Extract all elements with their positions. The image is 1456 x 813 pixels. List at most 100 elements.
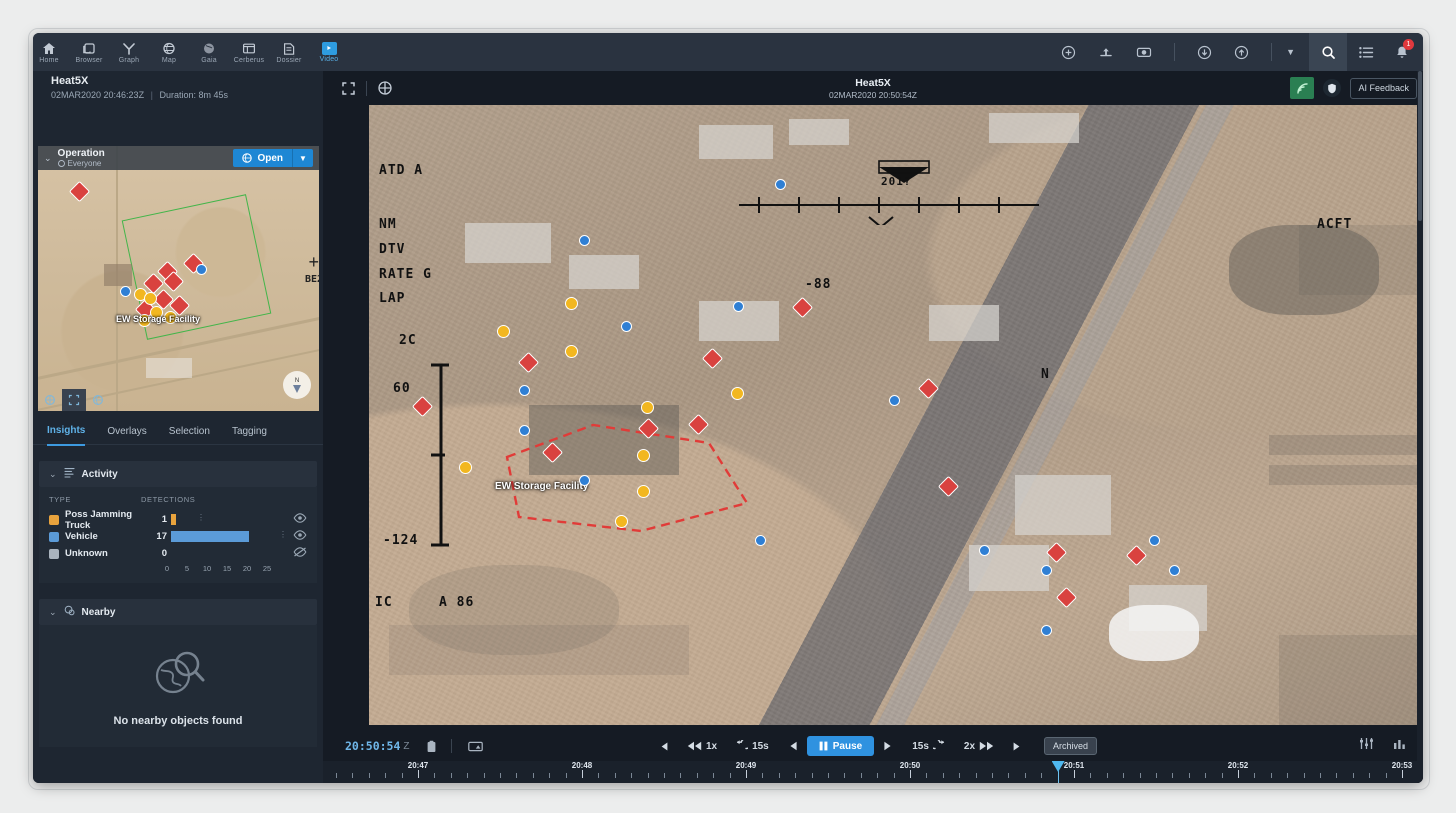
video-building: [789, 119, 849, 145]
filmstrip-icon[interactable]: [468, 741, 483, 752]
axis-tick: 25: [257, 564, 277, 573]
nav-item-browser[interactable]: Browser: [69, 33, 109, 71]
timeline-minor-tick: [615, 773, 616, 778]
step-back-button[interactable]: [778, 736, 807, 756]
video-building: [465, 223, 551, 263]
pause-button[interactable]: Pause: [807, 736, 874, 756]
expand-icon[interactable]: [335, 75, 361, 101]
activity-row[interactable]: Unknown 0: [49, 545, 307, 562]
bar-chart-icon[interactable]: [1392, 737, 1407, 755]
nav-item-map[interactable]: Map: [149, 33, 189, 71]
activity-row[interactable]: Vehicle 17 ⋮: [49, 528, 307, 545]
video-marker-blue: [579, 235, 590, 246]
signal-icon[interactable]: [1290, 77, 1314, 99]
timeline-minor-tick: [959, 773, 960, 778]
tab-tagging[interactable]: Tagging: [232, 419, 267, 445]
forward-speed-button[interactable]: 2x: [955, 736, 1003, 756]
nav-item-video[interactable]: Video: [309, 33, 349, 71]
archived-button[interactable]: Archived: [1044, 737, 1097, 755]
chevron-down-icon[interactable]: ⌄: [49, 607, 57, 618]
sliders-icon[interactable]: [1359, 737, 1374, 755]
download-icon[interactable]: [1197, 45, 1212, 60]
open-button[interactable]: Open: [233, 149, 292, 167]
video-title: Heat5X: [323, 77, 1423, 89]
forward-speed-label: 2x: [964, 741, 975, 752]
scrollbar-thumb[interactable]: [1418, 71, 1422, 221]
page-scrollbar[interactable]: [1417, 71, 1423, 783]
tab-insights[interactable]: Insights: [47, 418, 85, 446]
timeline-minor-tick: [926, 773, 927, 778]
minimap-operation-bar: ⌄ Operation Everyone Open ▼: [38, 146, 319, 170]
redo-icon: [933, 740, 946, 752]
row-menu-icon[interactable]: ⋮: [197, 513, 206, 522]
nav-item-home[interactable]: Home: [33, 33, 69, 71]
step-forward-icon: [883, 741, 894, 751]
forward-15s-button[interactable]: 15s: [903, 736, 955, 756]
minimap[interactable]: EW Storage Facility + BE2 N: [38, 146, 319, 411]
minimap-marker-blue[interactable]: [120, 286, 131, 297]
timeline-minor-tick: [1271, 773, 1272, 778]
upload-cloud-icon[interactable]: [1098, 45, 1114, 60]
rewind-speed-button[interactable]: 1x: [678, 736, 726, 756]
skip-end-button[interactable]: [1003, 736, 1032, 756]
open-dropdown-button[interactable]: ▼: [292, 149, 313, 167]
timeline-minor-tick: [943, 773, 944, 778]
list-icon[interactable]: [1347, 33, 1385, 71]
nav-item-graph[interactable]: Graph: [109, 33, 149, 71]
globe-icon[interactable]: [86, 389, 110, 411]
ai-feedback-button[interactable]: AI Feedback: [1350, 78, 1417, 99]
open-button-group: Open ▼: [233, 149, 313, 167]
measure-icon[interactable]: [38, 389, 62, 411]
timeline-playhead[interactable]: [1058, 763, 1059, 783]
video-marker-blue: [519, 385, 530, 396]
activity-row[interactable]: Poss Jamming Truck 1 ⋮: [49, 511, 307, 528]
minimap-compass: N: [283, 371, 311, 399]
timeline-minor-tick: [549, 773, 550, 778]
timeline-tick-label: 20:52: [1228, 761, 1248, 770]
bell-icon[interactable]: 1: [1385, 33, 1419, 71]
minimap-marker-yellow[interactable]: [144, 292, 157, 305]
timeline-minor-tick: [467, 773, 468, 778]
camera-icon[interactable]: [1136, 45, 1152, 59]
chevron-down-icon[interactable]: ▼: [1272, 47, 1309, 57]
video-vehicles-row: [1269, 465, 1419, 485]
skip-start-button[interactable]: [649, 736, 678, 756]
timeline-minor-tick: [894, 773, 895, 778]
eye-icon[interactable]: [285, 513, 307, 526]
chevron-down-icon[interactable]: ⌄: [49, 469, 57, 480]
gaia-icon: [200, 40, 218, 56]
step-forward-button[interactable]: [874, 736, 903, 756]
eye-off-icon[interactable]: [285, 547, 307, 560]
upload-icon[interactable]: [1234, 45, 1249, 60]
video-marker-blue: [1149, 535, 1160, 546]
axis-tick: 10: [197, 564, 217, 573]
chevron-down-icon[interactable]: ⌄: [44, 153, 52, 164]
minimap-marker-blue[interactable]: [196, 264, 207, 275]
timeline-minor-tick: [451, 773, 452, 778]
video-panel: Heat5X 02MAR2020 20:50:54Z AI Feedback: [323, 71, 1423, 783]
nav-item-dossier[interactable]: Dossier: [269, 33, 309, 71]
playback-transport-controls: 1x 15s Pause 15s: [323, 736, 1423, 756]
video-header-divider: [366, 81, 367, 96]
nav-label-home: Home: [39, 57, 58, 64]
eye-icon[interactable]: [285, 530, 307, 543]
row-menu-icon[interactable]: ⋮: [279, 530, 288, 539]
back-15s-button[interactable]: 15s: [726, 736, 778, 756]
video-marker-blue: [1041, 565, 1052, 576]
tab-selection[interactable]: Selection: [169, 419, 210, 445]
nearby-panel-header[interactable]: ⌄ Nearby: [39, 599, 317, 625]
clipboard-icon[interactable]: [426, 740, 437, 753]
nav-item-gaia[interactable]: Gaia: [189, 33, 229, 71]
timeline-minor-tick: [631, 773, 632, 778]
timeline[interactable]: 20:4720:4820:4920:5020:5120:5220:53 30 2…: [323, 761, 1423, 783]
timeline-ruler[interactable]: 20:4720:4820:4920:5020:5120:5220:53: [323, 761, 1423, 783]
add-circle-icon[interactable]: [1061, 45, 1076, 60]
shield-icon[interactable]: [1323, 79, 1341, 97]
video-viewport[interactable]: ATD A NM DTV RATE G LAP 2C -88 60 -124 I…: [369, 105, 1423, 725]
grid-icon[interactable]: [372, 75, 398, 101]
select-box-icon[interactable]: [62, 389, 86, 411]
search-icon[interactable]: [1309, 33, 1347, 71]
tab-overlays[interactable]: Overlays: [107, 419, 146, 445]
activity-panel-header[interactable]: ⌄ Activity: [39, 461, 317, 487]
nav-item-cerberus[interactable]: Cerberus: [229, 33, 269, 71]
